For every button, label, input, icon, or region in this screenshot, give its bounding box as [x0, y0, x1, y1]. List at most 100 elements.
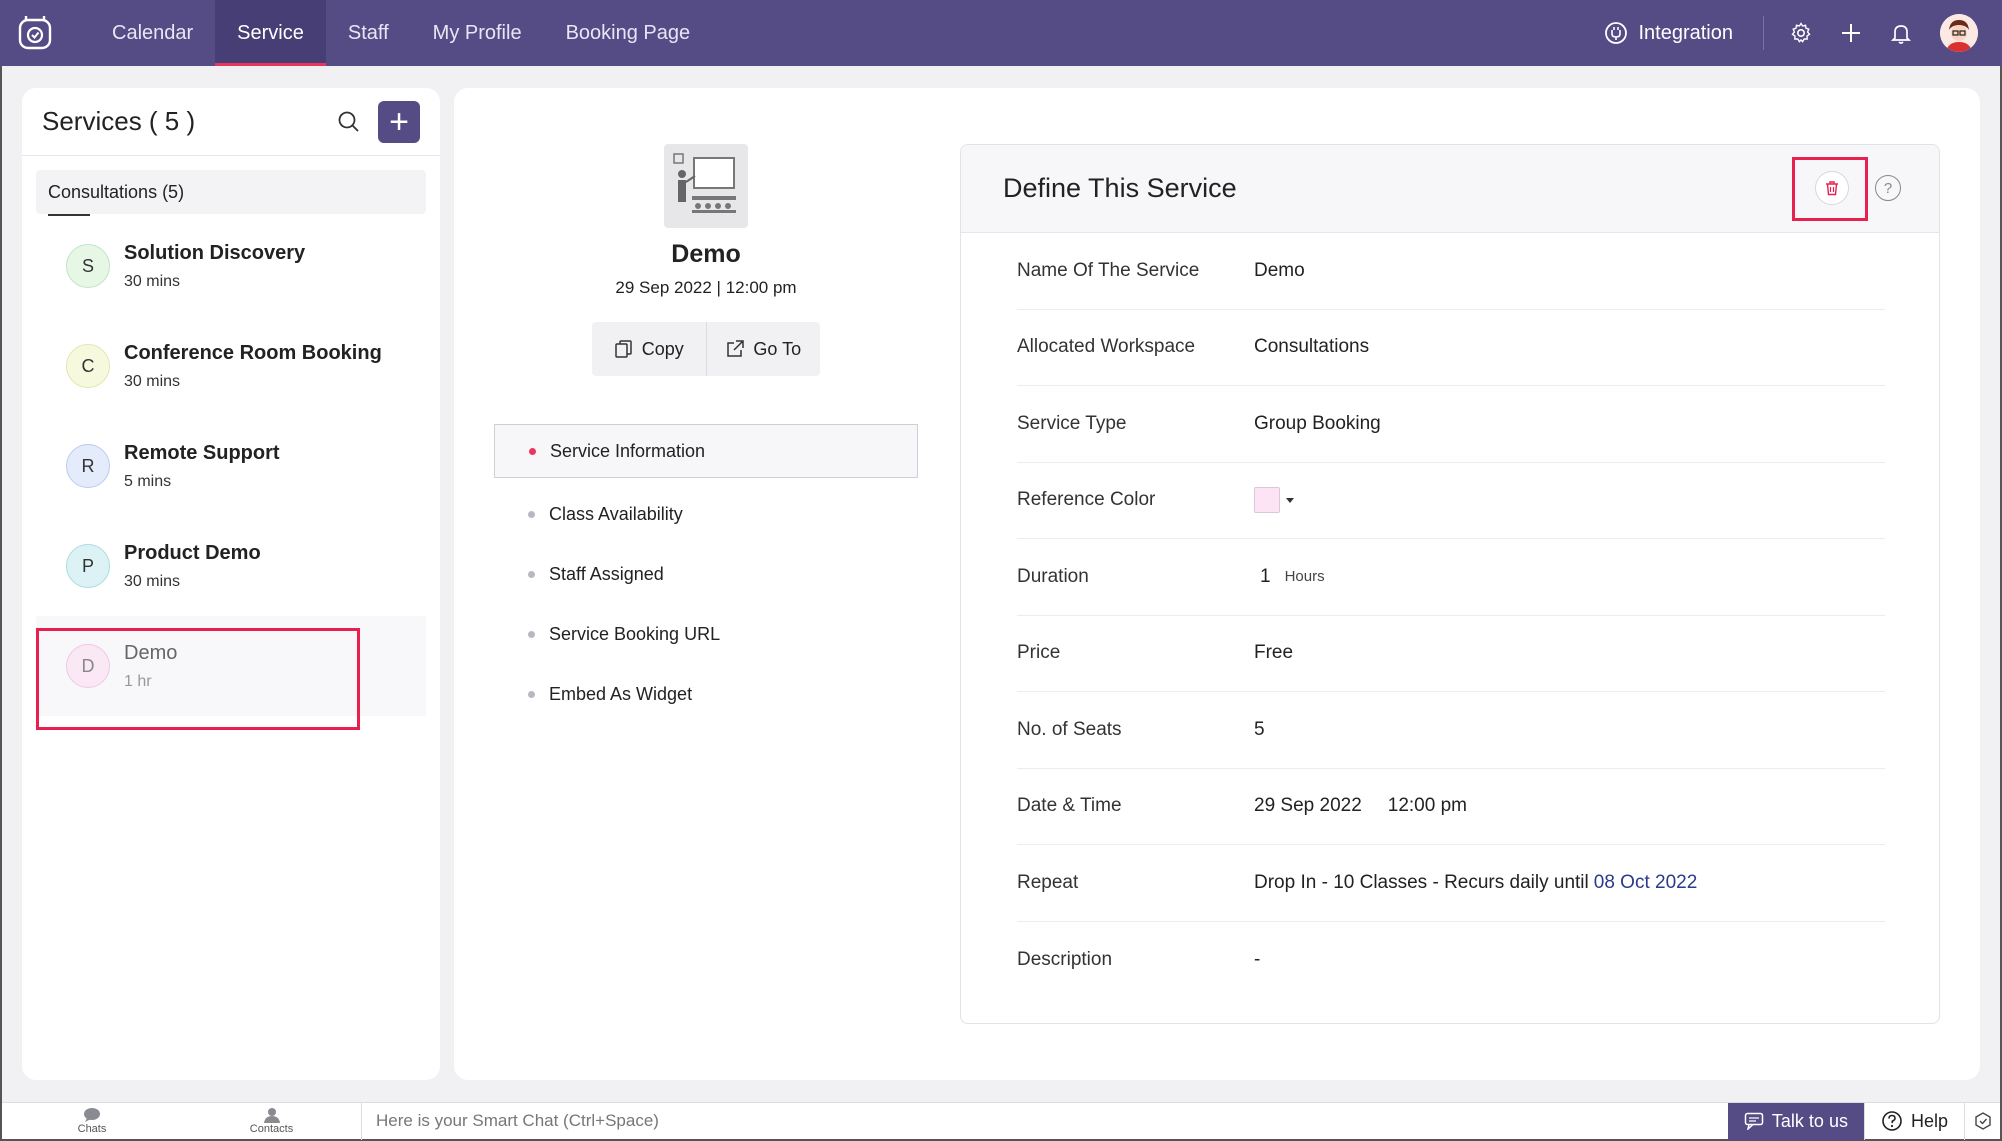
service-name-value[interactable]: Demo	[1254, 260, 1305, 282]
field-label: Price	[1017, 642, 1061, 664]
menu-service-booking-url[interactable]: Service Booking URL	[494, 604, 918, 664]
service-item-remote-support[interactable]: R Remote Support 5 mins	[36, 416, 426, 516]
external-link-icon	[727, 340, 745, 357]
bullet-dot	[528, 510, 535, 518]
chats-tab[interactable]: Chats	[2, 1103, 182, 1140]
talk-to-us-button[interactable]: Talk to us	[1727, 1102, 1864, 1140]
tab-service[interactable]: Service	[215, 0, 326, 66]
repeat-until-link[interactable]: 08 Oct 2022	[1594, 872, 1698, 894]
smart-chat-input[interactable]: Here is your Smart Chat (Ctrl+Space)	[362, 1111, 1728, 1131]
contacts-tab[interactable]: Contacts	[182, 1102, 362, 1140]
service-item-product-demo[interactable]: P Product Demo 30 mins	[36, 516, 426, 616]
help-icon[interactable]: ?	[1875, 175, 1901, 201]
delete-service-button[interactable]	[1815, 171, 1849, 205]
service-type-value: Group Booking	[1254, 412, 1381, 434]
service-avatar: C	[66, 344, 110, 388]
trash-icon	[1826, 181, 1838, 196]
service-name: Conference Room Booking	[124, 341, 382, 364]
goto-button[interactable]: Go To	[705, 322, 821, 376]
service-fields: Name Of The Service Demo Allocated Works…	[961, 233, 1939, 998]
integration-icon	[1605, 22, 1628, 44]
integration-button[interactable]: Integration	[1604, 16, 1764, 50]
field-label: Date & Time	[1017, 795, 1122, 817]
chevron-down-icon[interactable]	[1286, 497, 1294, 503]
field-row-description: Description -	[1017, 922, 1885, 999]
add-service-button[interactable]: +	[378, 100, 420, 143]
datetime-value[interactable]: 29 Sep 2022 12:00 pm	[1254, 795, 1467, 817]
service-item-conference-room-booking[interactable]: C Conference Room Booking 30 mins	[36, 316, 426, 416]
define-service-title: Define This Service	[1003, 173, 1237, 203]
service-avatar: D	[66, 644, 110, 688]
duration-value[interactable]: 1 Hours	[1254, 566, 1325, 588]
bullet-dot	[528, 690, 535, 698]
service-item-solution-discovery[interactable]: S Solution Discovery 30 mins	[36, 216, 426, 316]
menu-service-information[interactable]: Service Information	[494, 424, 918, 478]
price-value[interactable]: Free	[1254, 642, 1293, 664]
menu-label: Staff Assigned	[549, 563, 664, 584]
define-service-card: Define This Service ? Name Of The Servic…	[960, 144, 1940, 1024]
service-duration: 30 mins	[124, 372, 181, 390]
service-item-demo[interactable]: D Demo 1 hr	[36, 616, 426, 716]
chats-label: Chats	[77, 1123, 107, 1135]
message-icon	[1744, 1112, 1764, 1130]
bottom-bar: Chats Contacts Here is your Smart Chat (…	[2, 1102, 2000, 1140]
field-label: Reference Color	[1017, 489, 1156, 511]
menu-class-availability[interactable]: Class Availability	[494, 484, 918, 544]
help-button[interactable]: Help	[1863, 1102, 1964, 1140]
status-icon[interactable]	[1964, 1102, 2000, 1140]
copy-icon	[614, 340, 632, 358]
service-avatar: P	[66, 544, 110, 588]
repeat-text: Drop In - 10 Classes - Recurs daily unti…	[1254, 871, 1589, 893]
menu-label: Class Availability	[549, 503, 683, 524]
services-header: Services ( 5 ) +	[22, 88, 440, 156]
copy-button[interactable]: Copy	[592, 322, 706, 376]
repeat-value[interactable]: Drop In - 10 Classes - Recurs daily unti…	[1254, 872, 1697, 894]
help-label: Help	[1910, 1110, 1948, 1131]
bullet-dot	[529, 447, 536, 455]
field-label: Description	[1017, 948, 1113, 970]
contact-icon	[263, 1108, 280, 1123]
chat-bubble-icon	[84, 1108, 100, 1122]
menu-label: Embed As Widget	[549, 683, 693, 704]
service-actions: Copy Go To	[592, 322, 820, 376]
copy-label: Copy	[641, 338, 684, 359]
gear-icon[interactable]	[1788, 20, 1814, 46]
workspace-group[interactable]: Consultations (5)	[36, 170, 426, 216]
tab-my-profile[interactable]: My Profile	[411, 0, 544, 66]
service-name: Demo	[124, 641, 178, 664]
service-side-menu: Service Information Class Availability S…	[494, 424, 918, 724]
tab-calendar[interactable]: Calendar	[90, 0, 215, 66]
top-right-actions: Integration	[1604, 0, 2002, 66]
service-duration: 30 mins	[124, 572, 181, 590]
description-value[interactable]: -	[1254, 949, 1260, 971]
tab-staff[interactable]: Staff	[326, 0, 411, 66]
search-icon[interactable]	[336, 109, 362, 135]
field-label: Service Type	[1017, 412, 1127, 434]
duration-unit: Hours	[1284, 568, 1325, 586]
service-name: Product Demo	[124, 541, 261, 564]
field-row-name: Name Of The Service Demo	[1017, 233, 1885, 310]
time-value: 12:00 pm	[1387, 795, 1467, 817]
color-picker[interactable]	[1254, 487, 1294, 514]
field-row-type: Service Type Group Booking	[1017, 386, 1885, 463]
services-title: Services ( 5 )	[42, 106, 196, 136]
service-detail-panel: Demo 29 Sep 2022 | 12:00 pm Copy Go To S…	[454, 88, 1980, 1080]
tab-booking-page[interactable]: Booking Page	[544, 0, 713, 66]
field-row-price: Price Free	[1017, 616, 1885, 692]
menu-label: Service Booking URL	[549, 623, 721, 644]
bell-icon[interactable]	[1888, 20, 1914, 46]
seats-value[interactable]: 5	[1254, 719, 1265, 741]
workspace-value[interactable]: Consultations	[1254, 336, 1369, 358]
service-duration: 1 hr	[124, 672, 152, 690]
plus-icon[interactable]	[1838, 20, 1864, 46]
top-nav: Calendar Service Staff My Profile Bookin…	[0, 0, 2002, 66]
menu-embed-as-widget[interactable]: Embed As Widget	[494, 664, 918, 724]
service-thumbnail	[664, 144, 748, 228]
service-name: Remote Support	[124, 441, 280, 464]
service-duration: 5 mins	[124, 472, 172, 490]
app-logo-icon[interactable]	[16, 14, 54, 52]
menu-staff-assigned[interactable]: Staff Assigned	[494, 544, 918, 604]
color-swatch[interactable]	[1254, 487, 1280, 514]
field-label: Repeat	[1017, 871, 1079, 893]
user-avatar[interactable]	[1940, 14, 1978, 52]
